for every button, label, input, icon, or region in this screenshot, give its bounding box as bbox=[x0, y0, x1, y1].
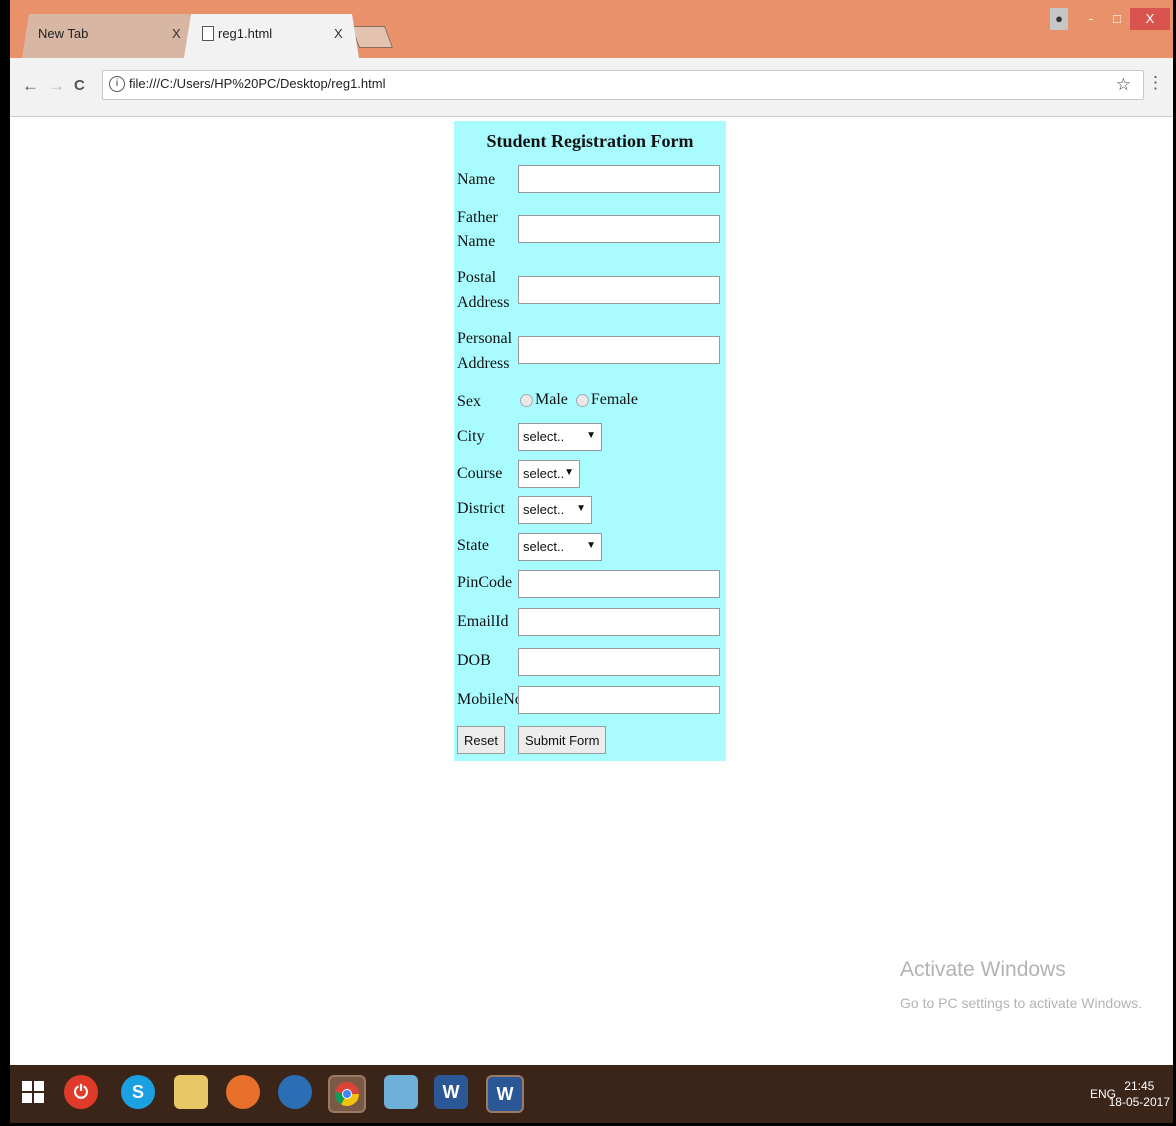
tab-reg1[interactable]: reg1.html X bbox=[184, 14, 359, 58]
postal-address-label-1: Postal bbox=[457, 269, 497, 286]
windows-start-icon[interactable] bbox=[16, 1075, 50, 1109]
course-label: Course bbox=[457, 465, 503, 482]
email-input[interactable] bbox=[518, 608, 720, 636]
mobile-input[interactable] bbox=[518, 686, 720, 714]
clock[interactable]: 21:45 18-05-2017 bbox=[1109, 1078, 1170, 1110]
postal-address-label-2: Address bbox=[457, 294, 510, 311]
pincode-label: PinCode bbox=[457, 574, 513, 591]
browser-menu-icon[interactable]: ⋮ bbox=[1147, 73, 1164, 93]
close-window-button[interactable]: X bbox=[1130, 8, 1170, 30]
user-icon[interactable]: ● bbox=[1050, 8, 1068, 30]
district-select[interactable]: select.. ▼ bbox=[518, 496, 592, 524]
registration-form: Student Registration Form Name Father Na… bbox=[454, 121, 726, 761]
tab-close-icon[interactable]: X bbox=[334, 26, 343, 41]
restore-button[interactable]: □ bbox=[1104, 8, 1130, 30]
forward-arrow-icon[interactable]: → bbox=[48, 76, 65, 96]
activate-windows-title: Activate Windows bbox=[900, 958, 1066, 981]
minimize-button[interactable]: - bbox=[1078, 8, 1104, 30]
back-arrow-icon[interactable]: ← bbox=[22, 76, 39, 96]
dropdown-arrow-icon: ▼ bbox=[586, 540, 596, 551]
tab-label: reg1.html bbox=[218, 26, 273, 41]
city-label: City bbox=[457, 428, 485, 445]
address-bar[interactable]: i file:///C:/Users/HP%20PC/Desktop/reg1.… bbox=[102, 70, 1144, 100]
taskbar: ⏻ S W W ENG 21:45 18-05-2017 bbox=[0, 1065, 1176, 1126]
father-name-label-2: Name bbox=[457, 233, 496, 250]
word-icon[interactable]: W bbox=[434, 1075, 468, 1109]
word-icon[interactable]: W bbox=[486, 1075, 524, 1113]
female-label: Female bbox=[590, 391, 638, 408]
reset-button[interactable]: Reset bbox=[457, 726, 505, 754]
course-select[interactable]: select.. ▼ bbox=[518, 460, 580, 488]
new-tab-button[interactable] bbox=[350, 26, 394, 48]
city-select[interactable]: select.. ▼ bbox=[518, 423, 602, 451]
file-icon bbox=[202, 26, 214, 41]
tab-label: New Tab bbox=[38, 26, 89, 41]
activate-windows-subtitle: Go to PC settings to activate Windows. bbox=[900, 995, 1142, 1011]
course-select-value: select.. bbox=[523, 466, 565, 481]
dropdown-arrow-icon: ▼ bbox=[576, 503, 586, 514]
browser-toolbar: ← → C i file:///C:/Users/HP%20PC/Desktop… bbox=[10, 58, 1173, 117]
dropdown-arrow-icon: ▼ bbox=[564, 467, 574, 478]
browser-titlebar: New Tab X reg1.html X ● - □ X bbox=[0, 0, 1176, 58]
reload-icon[interactable]: C bbox=[74, 77, 85, 94]
mobile-label: MobileNo bbox=[457, 691, 523, 708]
file-manager-icon[interactable] bbox=[174, 1075, 208, 1109]
pincode-input[interactable] bbox=[518, 570, 720, 598]
female-radio[interactable] bbox=[575, 393, 589, 407]
state-select-value: select.. bbox=[523, 539, 565, 554]
clock-time: 21:45 bbox=[1124, 1079, 1155, 1093]
state-label: State bbox=[457, 537, 489, 554]
window-controls: ● - □ X bbox=[1050, 6, 1170, 32]
male-label: Male bbox=[535, 391, 568, 408]
bookmark-star-icon[interactable]: ☆ bbox=[1116, 75, 1131, 95]
father-name-input[interactable] bbox=[518, 215, 720, 243]
personal-address-input[interactable] bbox=[518, 336, 720, 364]
postal-address-input[interactable] bbox=[518, 276, 720, 304]
form-title: Student Registration Form bbox=[486, 131, 694, 151]
city-select-value: select.. bbox=[523, 429, 565, 444]
url-text[interactable]: file:///C:/Users/HP%20PC/Desktop/reg1.ht… bbox=[129, 76, 385, 91]
personal-address-label-1: Personal bbox=[457, 330, 513, 347]
clock-date: 18-05-2017 bbox=[1108, 1095, 1170, 1109]
notes-icon[interactable] bbox=[384, 1075, 418, 1109]
firefox-icon[interactable] bbox=[226, 1075, 260, 1109]
info-icon[interactable]: i bbox=[109, 76, 125, 92]
power-icon[interactable]: ⏻ bbox=[64, 1075, 98, 1109]
personal-address-label-2: Address bbox=[457, 355, 510, 372]
sex-label: Sex bbox=[457, 393, 481, 410]
email-label: EmailId bbox=[457, 613, 509, 630]
sex-radio-group: Male Female bbox=[520, 391, 638, 409]
tab-close-icon[interactable]: X bbox=[172, 26, 181, 41]
father-name-label-1: Father bbox=[457, 209, 498, 226]
district-label: District bbox=[457, 500, 505, 517]
tab-new-tab[interactable]: New Tab X bbox=[22, 14, 197, 58]
district-select-value: select.. bbox=[523, 502, 565, 517]
media-icon[interactable] bbox=[278, 1075, 312, 1109]
male-radio[interactable] bbox=[520, 393, 533, 407]
state-select[interactable]: select.. ▼ bbox=[518, 533, 602, 561]
name-input[interactable] bbox=[518, 165, 720, 193]
name-label: Name bbox=[457, 171, 496, 188]
skype-icon[interactable]: S bbox=[121, 1075, 155, 1109]
submit-form-button[interactable]: Submit Form bbox=[518, 726, 607, 754]
dropdown-arrow-icon: ▼ bbox=[586, 430, 596, 441]
chrome-icon[interactable] bbox=[328, 1075, 366, 1113]
dob-label: DOB bbox=[457, 652, 491, 669]
dob-input[interactable] bbox=[518, 648, 720, 676]
